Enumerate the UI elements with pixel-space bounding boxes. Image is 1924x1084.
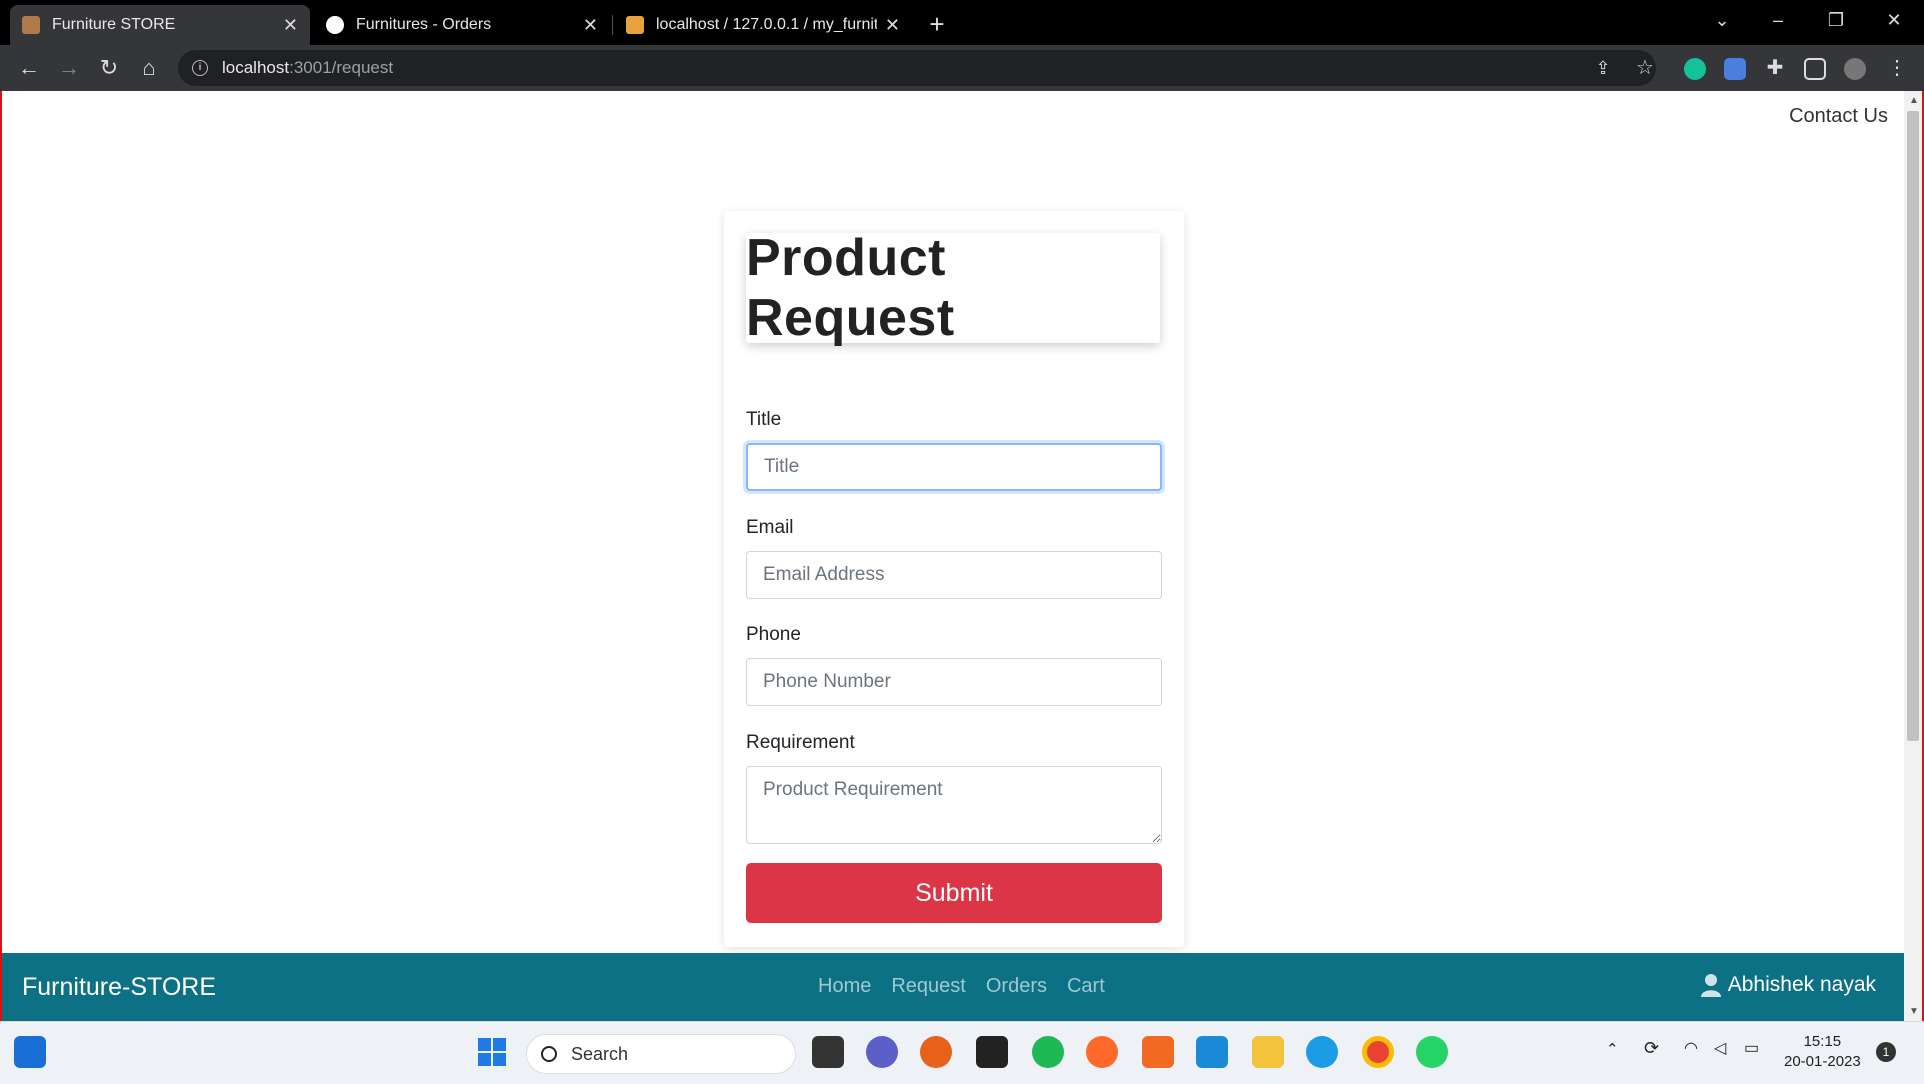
- tab-title: Furniture STORE: [52, 16, 176, 33]
- address-path: :3001/request: [289, 58, 394, 77]
- start-icon[interactable]: [476, 1036, 508, 1068]
- whatsapp-icon[interactable]: [1416, 1036, 1448, 1068]
- battery-icon[interactable]: ▭: [1744, 1038, 1759, 1058]
- nav-request[interactable]: Request: [891, 975, 966, 998]
- skype-icon[interactable]: [1306, 1036, 1338, 1068]
- windows-taskbar: Search ⌃ ⟳ ◠ ◁ ▭ 15:15 20-01-2023 1: [0, 1021, 1924, 1084]
- tab-search-icon[interactable]: ⌄: [1694, 0, 1750, 40]
- tab-orders[interactable]: Furnitures - Orders ✕: [314, 5, 610, 45]
- nav-orders[interactable]: Orders: [986, 975, 1047, 998]
- page-scrollbar[interactable]: ▲ ▼: [1904, 91, 1922, 1021]
- phpmyadmin-icon: [626, 16, 644, 34]
- tab-title: Furnitures - Orders: [356, 16, 492, 33]
- close-tab-icon[interactable]: ✕: [283, 15, 298, 36]
- back-icon[interactable]: ←: [14, 53, 44, 83]
- side-panel-icon[interactable]: [1804, 58, 1826, 80]
- forward-icon[interactable]: →: [54, 53, 84, 83]
- new-tab-button[interactable]: +: [922, 10, 952, 40]
- notification-badge[interactable]: 1: [1876, 1042, 1896, 1062]
- search-icon: [541, 1046, 557, 1062]
- chrome-icon[interactable]: [1362, 1036, 1394, 1068]
- user-menu[interactable]: Abhishek nayak: [1700, 973, 1876, 997]
- reload-icon[interactable]: ↻: [94, 53, 124, 83]
- profile-avatar[interactable]: [1844, 58, 1866, 80]
- phone-input[interactable]: [746, 658, 1162, 706]
- sync-icon[interactable]: ⟳: [1644, 1038, 1659, 1059]
- address-host: localhost: [222, 58, 290, 77]
- tab-furniture-store[interactable]: Furniture STORE ✕: [10, 5, 310, 45]
- brand-logo[interactable]: Furniture-STORE: [22, 973, 216, 1002]
- tab-separator: [612, 15, 613, 35]
- contact-us-link[interactable]: Contact Us: [1789, 105, 1888, 128]
- menu-kebab-icon[interactable]: ⋮: [1882, 53, 1912, 83]
- clock-date: 20-01-2023: [1784, 1053, 1861, 1070]
- close-tab-icon[interactable]: ✕: [583, 15, 598, 36]
- postman-icon[interactable]: [1086, 1036, 1118, 1068]
- site-info-icon[interactable]: i: [192, 60, 208, 76]
- user-icon: [1700, 973, 1722, 997]
- search-placeholder: Search: [571, 1043, 629, 1064]
- share-icon[interactable]: ⇪: [1588, 53, 1618, 83]
- title-input[interactable]: [746, 443, 1162, 491]
- file-explorer-icon[interactable]: [1252, 1036, 1284, 1068]
- page-title: Product Request: [746, 229, 955, 347]
- user-name: Abhishek nayak: [1727, 973, 1876, 996]
- xampp-icon[interactable]: [1142, 1036, 1174, 1068]
- show-hidden-icons-icon[interactable]: ⌃: [1606, 1040, 1619, 1058]
- close-window-icon[interactable]: ✕: [1866, 0, 1922, 40]
- page-viewport: Contact Us Product Request Title Email P…: [2, 91, 1904, 1021]
- address-bar[interactable]: i localhost:3001/request: [178, 50, 1656, 86]
- store-favicon-icon: [22, 16, 40, 34]
- bookmark-star-icon[interactable]: ☆: [1630, 53, 1660, 83]
- email-label: Email: [746, 517, 794, 538]
- scroll-up-icon[interactable]: ▲: [1909, 95, 1919, 106]
- submit-button[interactable]: Submit: [746, 863, 1162, 923]
- tab-phpmyadmin[interactable]: localhost / 127.0.0.1 / my_furnitu ✕: [614, 5, 912, 45]
- tab-title: localhost / 127.0.0.1 / my_furnitu: [656, 16, 877, 33]
- terminal-icon[interactable]: [976, 1036, 1008, 1068]
- home-icon[interactable]: ⌂: [134, 53, 164, 83]
- requirement-textarea[interactable]: [746, 766, 1162, 844]
- volume-icon[interactable]: ◁: [1714, 1038, 1726, 1058]
- close-tab-icon[interactable]: ✕: [885, 15, 900, 36]
- globe-icon: [326, 16, 344, 34]
- browser-tab-strip: Furniture STORE ✕ Furnitures - Orders ✕ …: [0, 0, 1924, 45]
- wifi-icon[interactable]: ◠: [1684, 1038, 1698, 1058]
- restore-icon[interactable]: ❐: [1808, 0, 1864, 40]
- task-view-icon[interactable]: [812, 1036, 844, 1068]
- extensions-puzzle-icon[interactable]: ✚: [1760, 53, 1790, 83]
- email-input[interactable]: [746, 551, 1162, 599]
- request-form-card: Product Request Title Email Phone Requir…: [724, 211, 1184, 947]
- clock[interactable]: 15:15 20-01-2023: [1784, 1032, 1861, 1072]
- scrollbar-thumb[interactable]: [1907, 111, 1919, 741]
- heading-box: Product Request: [746, 229, 1160, 347]
- clock-time: 15:15: [1803, 1033, 1842, 1050]
- translate-icon[interactable]: [1724, 58, 1746, 80]
- scroll-down-icon[interactable]: ▼: [1909, 1006, 1919, 1017]
- nav-cart[interactable]: Cart: [1067, 975, 1105, 998]
- vscode-icon[interactable]: [1196, 1036, 1228, 1068]
- phone-label: Phone: [746, 624, 801, 645]
- minimize-icon[interactable]: –: [1750, 0, 1806, 40]
- spotify-icon[interactable]: [1032, 1036, 1064, 1068]
- widgets-icon[interactable]: [14, 1036, 46, 1068]
- firefox-icon[interactable]: [920, 1036, 952, 1068]
- browser-toolbar: ← → ↻ ⌂ i localhost:3001/request ⇪ ☆ ✚ ⋮: [0, 45, 1924, 91]
- teams-chat-icon[interactable]: [866, 1036, 898, 1068]
- nav-links: Home Request Orders Cart: [818, 975, 1105, 998]
- grammarly-icon[interactable]: [1684, 58, 1706, 80]
- nav-home[interactable]: Home: [818, 975, 871, 998]
- requirement-label: Requirement: [746, 732, 855, 753]
- taskbar-search[interactable]: Search: [526, 1034, 796, 1074]
- title-label: Title: [746, 409, 782, 430]
- site-navbar: Furniture-STORE Home Request Orders Cart…: [2, 953, 1904, 1021]
